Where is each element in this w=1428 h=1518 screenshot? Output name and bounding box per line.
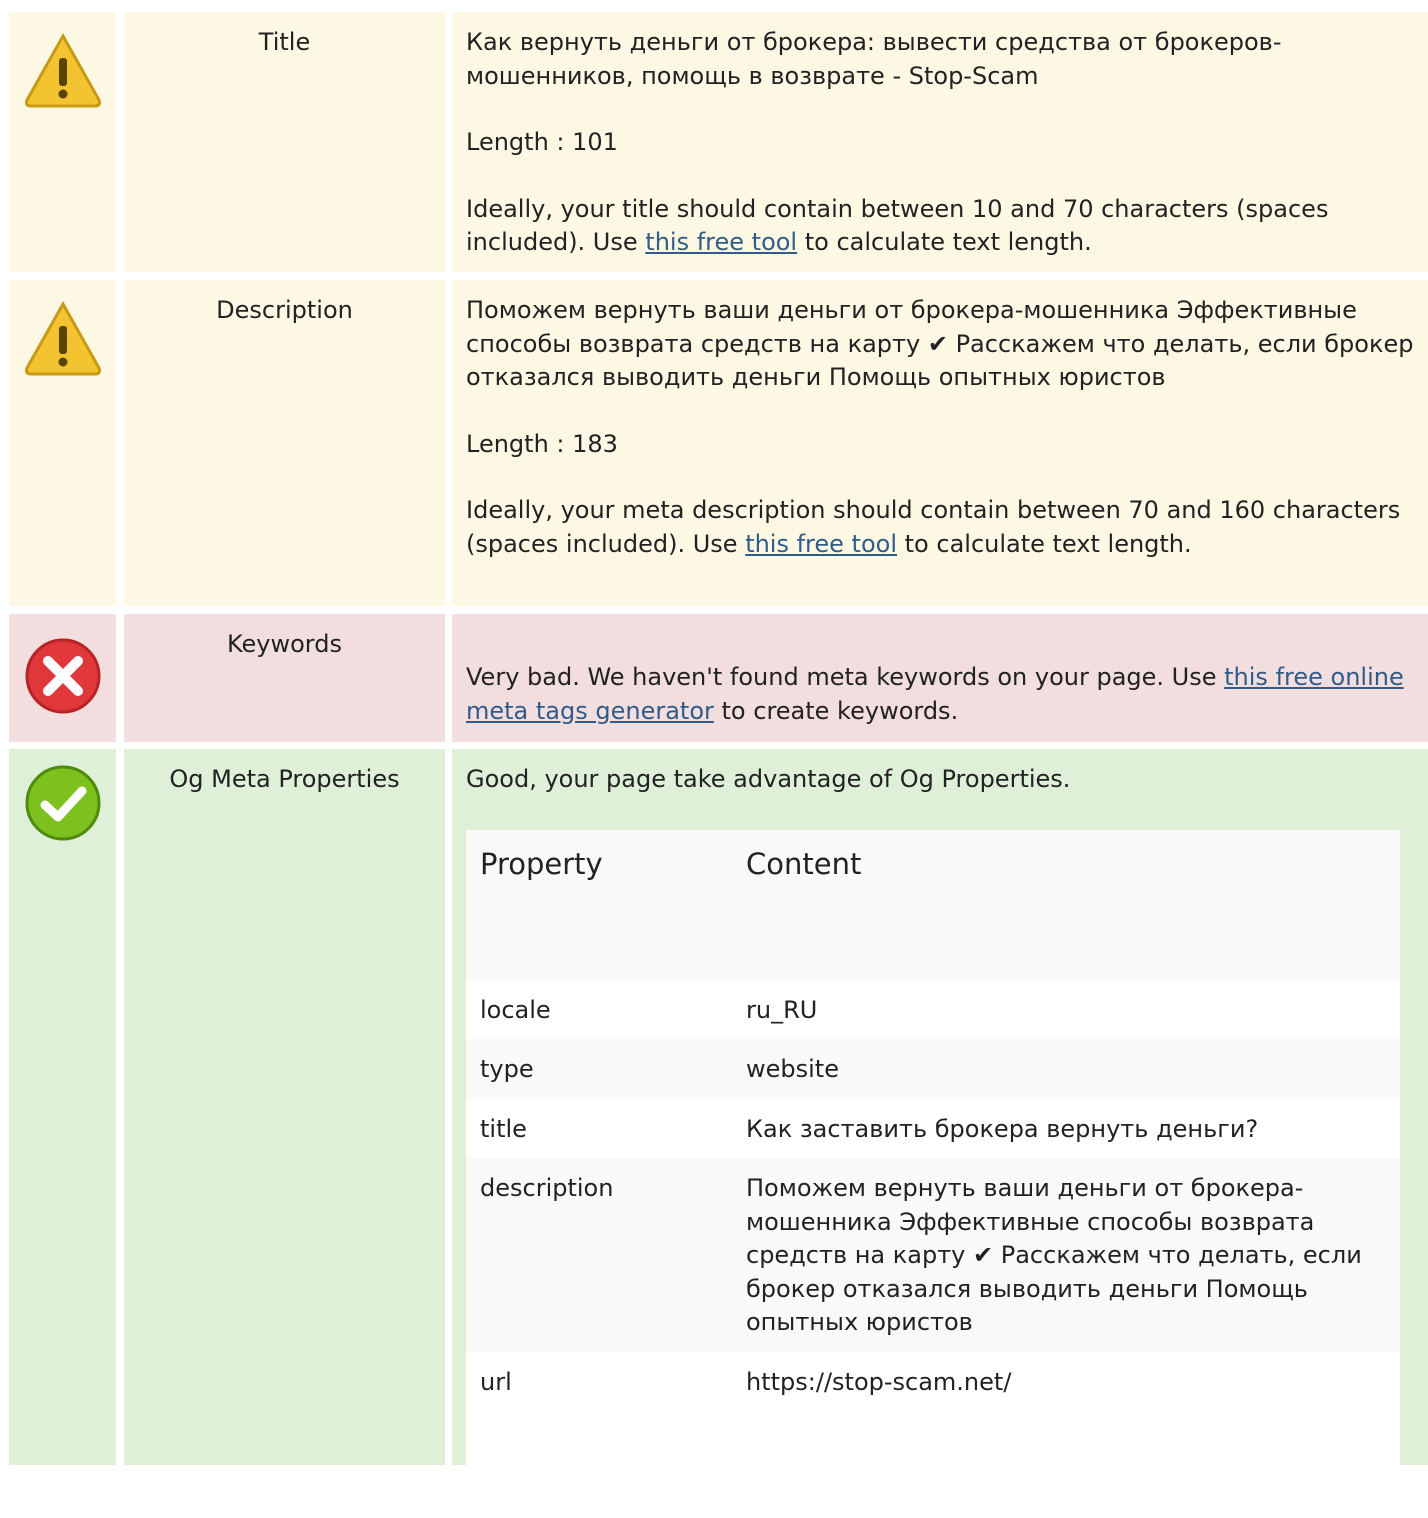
og-properties-table: Property Content locale ru_RU type websi… bbox=[466, 829, 1400, 1518]
og-content-cell: https://stop-scam.net/ bbox=[732, 1351, 1400, 1518]
title-length: Length : 101 bbox=[466, 128, 618, 156]
title-label: Title bbox=[124, 12, 445, 272]
title-details: Как вернуть деньги от брокера: вывести с… bbox=[452, 12, 1428, 272]
table-row: description Поможем вернуть ваши деньги … bbox=[466, 1158, 1400, 1352]
keywords-label: Keywords bbox=[124, 614, 445, 742]
property-header: Property bbox=[466, 829, 732, 980]
table-row: locale ru_RU bbox=[466, 979, 1400, 1039]
og-property-cell: type bbox=[466, 1039, 732, 1099]
description-text: Поможем вернуть ваши деньги от брокера-м… bbox=[466, 296, 1414, 391]
og-property-cell: title bbox=[466, 1098, 732, 1158]
og-text: Good, your page take advantage of Og Pro… bbox=[466, 765, 1071, 793]
description-label: Description bbox=[124, 280, 445, 606]
og-row: Og Meta Properties Good, your page take … bbox=[0, 749, 1428, 1518]
title-text: Как вернуть деньги от брокера: вывести с… bbox=[466, 28, 1282, 90]
table-row: url https://stop-scam.net/ bbox=[466, 1351, 1400, 1518]
table-row: type website bbox=[466, 1039, 1400, 1099]
og-content-cell: website bbox=[732, 1039, 1400, 1099]
description-row: Description Поможем вернуть ваши деньги … bbox=[0, 280, 1428, 606]
description-free-tool-link[interactable]: this free tool bbox=[745, 530, 897, 558]
keywords-advice: Very bad. We haven't found meta keywords… bbox=[466, 663, 1404, 725]
description-length: Length : 183 bbox=[466, 429, 618, 458]
title-status-cell bbox=[9, 12, 116, 272]
og-content-cell: Как заставить брокера вернуть деньги? bbox=[732, 1098, 1400, 1158]
warning-icon bbox=[25, 300, 101, 376]
success-icon bbox=[25, 765, 101, 841]
keywords-details: Very bad. We haven't found meta keywords… bbox=[452, 614, 1428, 742]
table-row: title Как заставить брокера вернуть день… bbox=[466, 1098, 1400, 1158]
content-header: Content bbox=[732, 829, 1400, 980]
og-table-header: Property Content bbox=[466, 829, 1400, 980]
description-details: Поможем вернуть ваши деньги от брокера-м… bbox=[452, 280, 1428, 606]
title-free-tool-link[interactable]: this free tool bbox=[645, 228, 797, 256]
og-property-cell: locale bbox=[466, 979, 732, 1039]
title-advice: Ideally, your title should contain betwe… bbox=[466, 194, 1329, 257]
keywords-status-cell bbox=[9, 614, 116, 742]
error-icon bbox=[25, 638, 101, 714]
keywords-row: Keywords Very bad. We haven't found meta… bbox=[0, 614, 1428, 742]
title-row: Title Как вернуть деньги от брокера: выв… bbox=[0, 12, 1428, 272]
og-details: Good, your page take advantage of Og Pro… bbox=[452, 749, 1428, 1518]
og-property-cell: url bbox=[466, 1351, 732, 1518]
description-advice: Ideally, your meta description should co… bbox=[466, 496, 1401, 558]
description-status-cell bbox=[9, 280, 116, 606]
warning-icon bbox=[25, 32, 101, 108]
og-content-cell: Поможем вернуть ваши деньги от брокера-м… bbox=[732, 1158, 1400, 1352]
og-property-cell: description bbox=[466, 1158, 732, 1352]
og-content-cell: ru_RU bbox=[732, 979, 1400, 1039]
og-label: Og Meta Properties bbox=[124, 749, 445, 1465]
og-status-cell bbox=[9, 749, 116, 1465]
